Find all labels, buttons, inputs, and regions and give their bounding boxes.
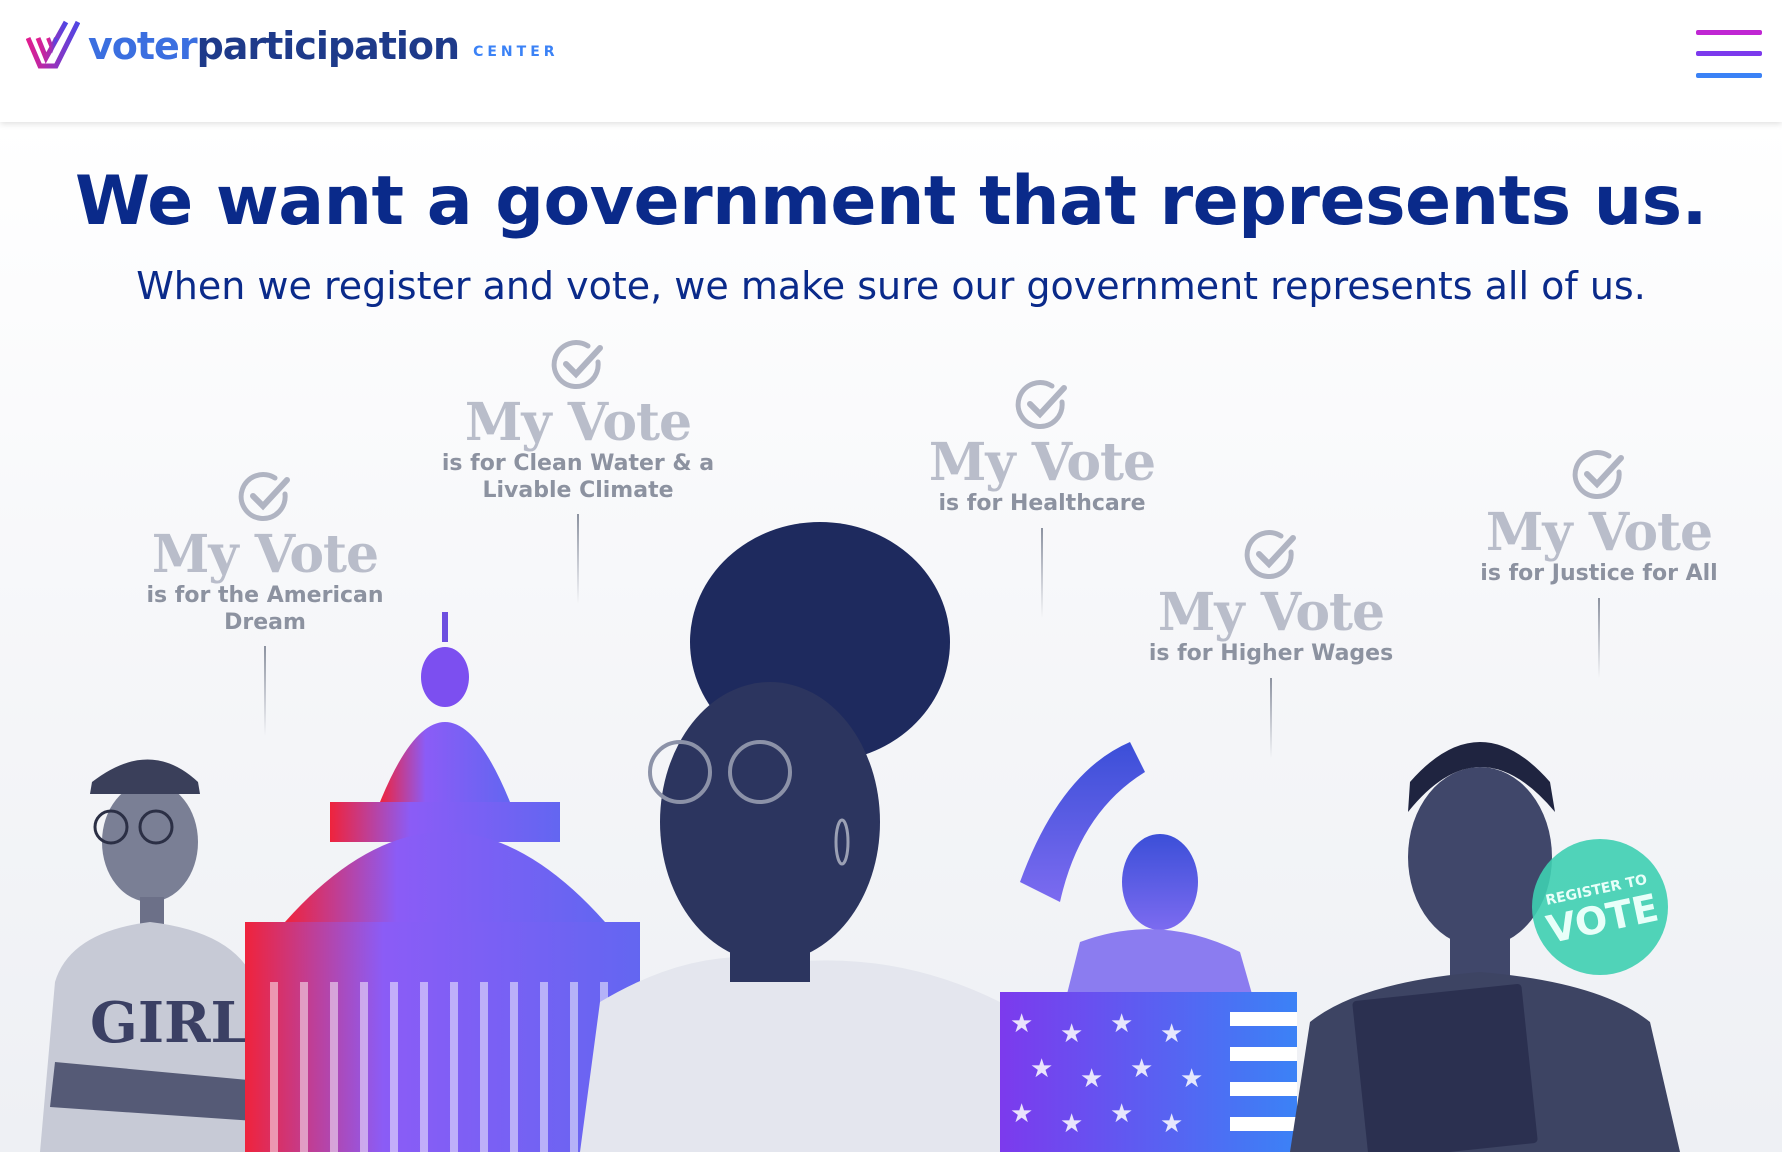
vote-caption: is for the American Dream <box>146 583 384 635</box>
man-with-notebook-photo: REGISTER TO VOTE <box>1290 742 1680 1152</box>
vote-label-justice: My Vote is for Justice for All <box>1459 450 1739 678</box>
vote-caption: is for Clean Water & a Livable Climate <box>441 451 715 503</box>
check-circle-icon <box>1572 450 1624 499</box>
vote-title: My Vote <box>464 392 692 453</box>
svg-text:★: ★ <box>1180 1064 1203 1094</box>
vote-caption: is for Healthcare <box>938 491 1146 517</box>
hamburger-menu-icon[interactable] <box>1696 26 1764 82</box>
svg-text:★: ★ <box>1130 1054 1153 1084</box>
vote-label-clean-water: My Vote is for Clean Water & a Livable C… <box>438 340 718 604</box>
logo-subtitle: CENTER <box>473 44 559 60</box>
svg-text:★: ★ <box>1010 1009 1033 1039</box>
svg-text:★: ★ <box>1160 1019 1183 1049</box>
svg-text:★: ★ <box>1080 1064 1103 1094</box>
vote-title: My Vote <box>928 432 1156 493</box>
vote-caption: is for Justice for All <box>1480 561 1718 587</box>
site-logo[interactable]: voterparticipation CENTER <box>26 20 559 72</box>
svg-text:★: ★ <box>1030 1054 1053 1084</box>
check-circle-icon <box>551 340 603 389</box>
check-circle-icon <box>1244 530 1296 579</box>
logo-check-icon <box>26 20 80 69</box>
vote-title: My Vote <box>1157 582 1385 643</box>
svg-text:★: ★ <box>1010 1099 1033 1129</box>
svg-text:★: ★ <box>1060 1109 1083 1139</box>
vote-title: My Vote <box>151 524 379 585</box>
hero-section: We want a government that represents us.… <box>0 122 1782 1152</box>
vote-title: My Vote <box>1485 502 1713 563</box>
man-with-flag-photo: ★ ★ ★ ★ ★ ★ ★ ★ ★ ★ ★ ★ <box>1000 742 1297 1152</box>
svg-text:★: ★ <box>1160 1109 1183 1139</box>
page-bottom-edge <box>0 1152 1782 1164</box>
svg-text:★: ★ <box>1110 1099 1133 1129</box>
site-header: voterparticipation CENTER <box>0 0 1782 122</box>
vote-label-american-dream: My Vote is for the American Dream <box>125 472 405 736</box>
check-circle-icon <box>1015 380 1067 429</box>
logo-wordmark: voterparticipation <box>88 24 460 68</box>
svg-text:★: ★ <box>1060 1019 1083 1049</box>
svg-text:★: ★ <box>1110 1009 1133 1039</box>
vote-label-higher-wages: My Vote is for Higher Wages <box>1131 530 1411 758</box>
check-circle-icon <box>238 472 290 521</box>
vote-caption: is for Higher Wages <box>1148 641 1394 667</box>
